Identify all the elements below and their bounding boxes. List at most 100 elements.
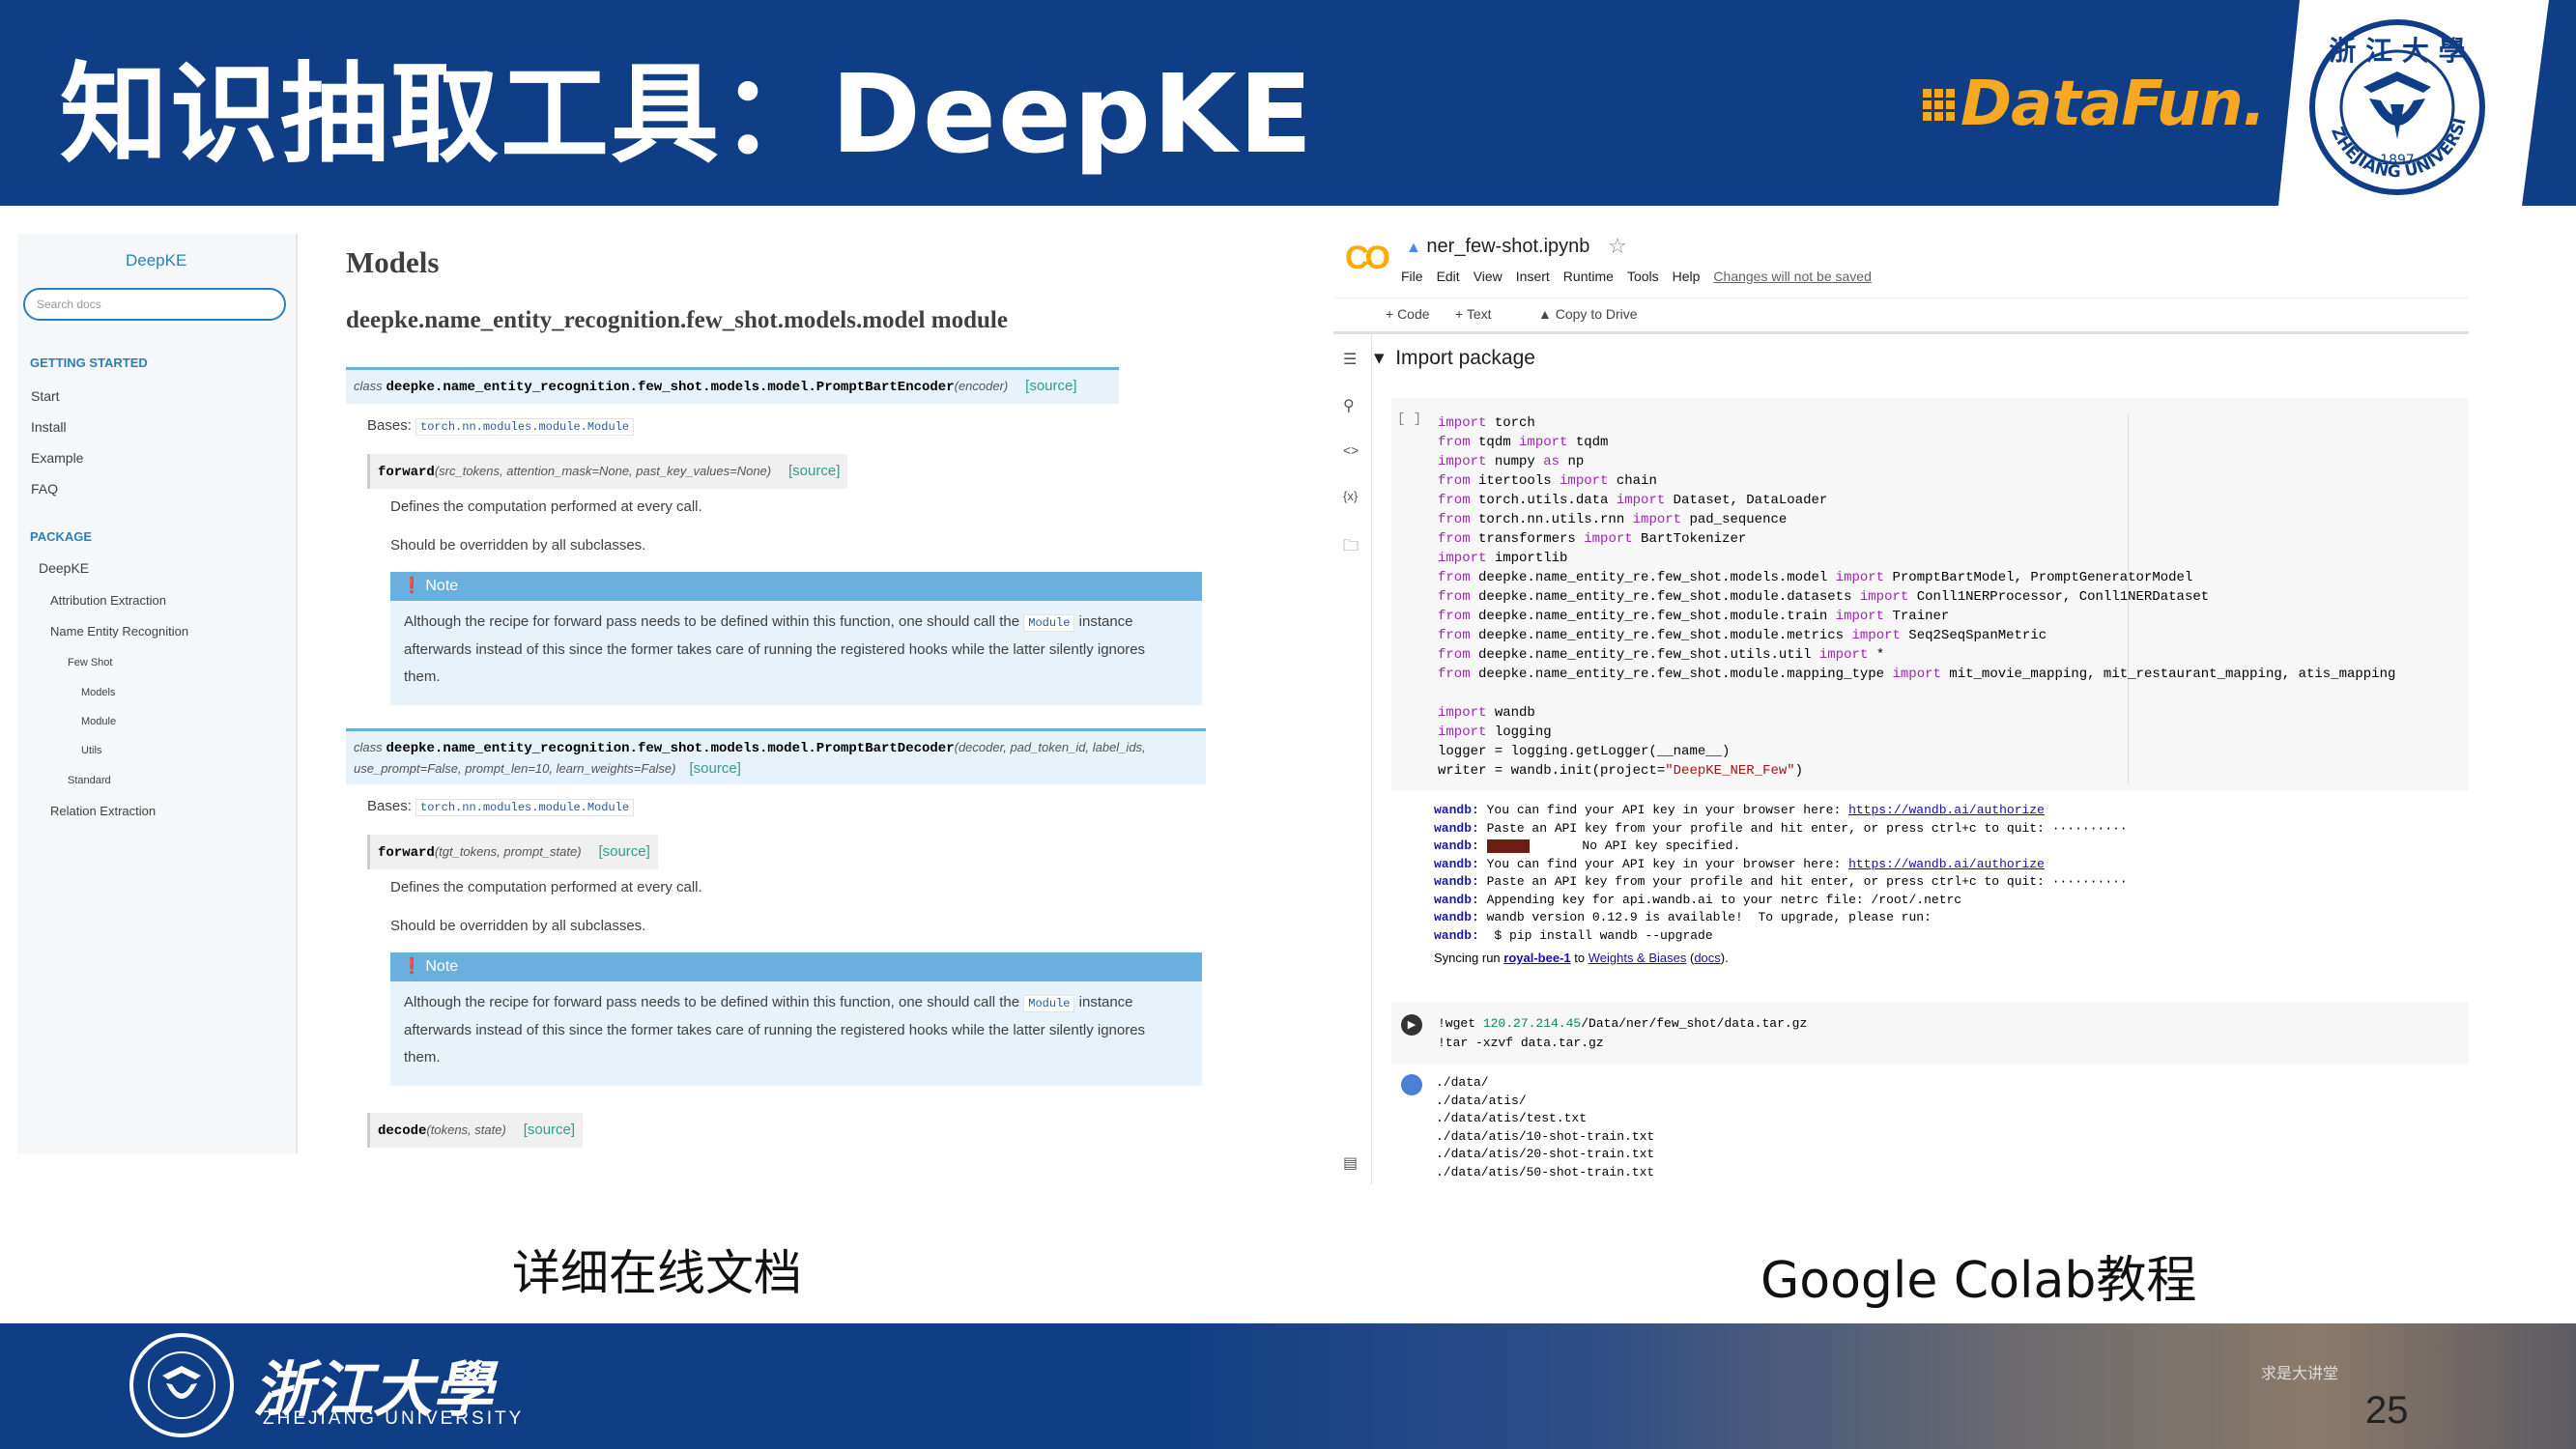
nav-item-example[interactable]: Example bbox=[31, 450, 83, 466]
authorize-link[interactable]: https://wandb.ai/authorize bbox=[1848, 803, 2045, 817]
colab-logo-icon[interactable]: CO bbox=[1345, 240, 1390, 277]
note-body: Although the recipe for forward pass nee… bbox=[390, 601, 1202, 705]
code-line: !tar -xzvf data.tar.gz bbox=[1438, 1036, 1604, 1050]
nav-item-module[interactable]: Module bbox=[81, 716, 116, 727]
datafun-logo-text: DataFun. bbox=[1961, 69, 2266, 140]
code-token: mit_movie_mapping, mit_restaurant_mappin… bbox=[1940, 667, 2396, 682]
search-icon[interactable]: ⚲ bbox=[1343, 396, 1355, 415]
output-text: You can find your API key in your browse… bbox=[1478, 856, 1849, 871]
source-link[interactable]: [source] bbox=[1025, 378, 1076, 394]
source-link[interactable]: [source] bbox=[690, 760, 741, 777]
code-token: torch.utils.data bbox=[1470, 493, 1617, 508]
code-token: import bbox=[1632, 512, 1682, 527]
unsaved-warning[interactable]: Changes will not be saved bbox=[1713, 269, 1871, 284]
code-token: from bbox=[1438, 589, 1471, 605]
seal-year: 1897 bbox=[2380, 153, 2415, 168]
bases-line: Bases: torch.nn.modules.module.Module bbox=[367, 417, 635, 436]
code-token: deepke.name_entity_re.few_shot.module.ma… bbox=[1470, 667, 1893, 682]
nav-item-standard[interactable]: Standard bbox=[68, 775, 111, 786]
nav-item-install[interactable]: Install bbox=[31, 419, 67, 435]
note-header: ❗ Note bbox=[390, 952, 1202, 981]
copy-to-drive-button[interactable]: ▲ Copy to Drive bbox=[1538, 306, 1638, 322]
code-token: import bbox=[1616, 493, 1666, 508]
terminal-icon[interactable]: ▤ bbox=[1343, 1153, 1358, 1173]
code-line: from deepke.name_entity_re.few_shot.modu… bbox=[1438, 626, 2046, 645]
menu-tools[interactable]: Tools bbox=[1627, 269, 1659, 284]
code-token: tqdm bbox=[1567, 435, 1609, 450]
note-label: Note bbox=[425, 958, 459, 975]
nav-item-models[interactable]: Models bbox=[81, 687, 115, 698]
output-text: Paste an API key from your profile and h… bbox=[1478, 820, 2128, 836]
output-text: wandb version 0.12.9 is available! To up… bbox=[1478, 910, 1932, 924]
code-token: logger = logging.getLogger(__name__) bbox=[1438, 744, 1731, 759]
api-key-field[interactable] bbox=[1486, 838, 1530, 853]
nav-item-utils[interactable]: Utils bbox=[81, 745, 101, 756]
code-line: import numpy as np bbox=[1438, 452, 1584, 471]
note-text: Although the recipe for forward pass nee… bbox=[404, 994, 1020, 1010]
add-code-button[interactable]: + Code bbox=[1386, 306, 1430, 322]
menu-runtime[interactable]: Runtime bbox=[1563, 269, 1614, 284]
add-text-button[interactable]: + Text bbox=[1455, 306, 1492, 322]
wandb-prefix: wandb: bbox=[1434, 910, 1479, 924]
toc-icon[interactable]: ☰ bbox=[1343, 350, 1357, 369]
bases-link[interactable]: torch.nn.modules.module.Module bbox=[415, 799, 635, 816]
source-link[interactable]: [source] bbox=[524, 1122, 575, 1138]
menu-insert[interactable]: Insert bbox=[1516, 269, 1550, 284]
authorize-link[interactable]: https://wandb.ai/authorize bbox=[1848, 857, 2045, 871]
code-token: logging bbox=[1486, 724, 1552, 740]
nav-item-deepke[interactable]: DeepKE bbox=[39, 560, 89, 576]
code-token: from bbox=[1438, 493, 1471, 508]
code-line: writer = wandb.init(project="DeepKE_NER_… bbox=[1438, 761, 1803, 781]
run-link[interactable]: royal-bee-1 bbox=[1503, 951, 1570, 965]
code-token: import bbox=[1560, 473, 1609, 489]
docs-search-input[interactable]: Search docs bbox=[23, 288, 286, 321]
wandb-link[interactable]: Weights & Biases bbox=[1589, 951, 1687, 965]
docs-link[interactable]: docs bbox=[1694, 951, 1720, 965]
nav-item-start[interactable]: Start bbox=[31, 388, 60, 404]
section-title: Import package bbox=[1395, 347, 1535, 369]
code-token: from bbox=[1438, 570, 1471, 585]
note-body: Although the recipe for forward pass nee… bbox=[390, 981, 1202, 1086]
notebook-name[interactable]: ▲ ner_few-shot.ipynb bbox=[1406, 236, 1589, 258]
class-signature-decoder: class deepke.name_entity_recognition.few… bbox=[346, 728, 1206, 784]
nav-item-ner[interactable]: Name Entity Recognition bbox=[50, 624, 188, 639]
method-description: Defines the computation performed at eve… bbox=[390, 879, 702, 895]
menu-edit[interactable]: Edit bbox=[1437, 269, 1460, 284]
code-line: import wandb bbox=[1438, 703, 1535, 723]
colab-menu-bar: File Edit View Insert Runtime Tools Help… bbox=[1401, 269, 1872, 284]
variables-icon[interactable]: {x} bbox=[1343, 489, 1358, 503]
section-header[interactable]: ▾ Import package bbox=[1374, 346, 1535, 370]
star-icon[interactable]: ☆ bbox=[1608, 234, 1627, 259]
code-token: writer = wandb.init(project= bbox=[1438, 763, 1666, 779]
wandb-prefix: wandb: bbox=[1434, 927, 1479, 943]
docs-main-content: Models deepke.name_entity_recognition.fe… bbox=[298, 234, 1220, 1153]
docs-brand-link[interactable]: DeepKE bbox=[126, 251, 186, 270]
source-link[interactable]: [source] bbox=[788, 463, 840, 479]
nav-item-few-shot[interactable]: Few Shot bbox=[68, 657, 112, 668]
nav-item-faq[interactable]: FAQ bbox=[31, 481, 58, 497]
wandb-prefix: wandb: bbox=[1434, 803, 1479, 817]
nav-item-attribution[interactable]: Attribution Extraction bbox=[50, 593, 166, 608]
files-icon[interactable]: 🗀 bbox=[1343, 535, 1359, 561]
colab-side-rail: ☰ ⚲ <> {x} 🗀 ▤ bbox=[1333, 334, 1372, 1184]
cell-run-bracket[interactable]: [ ] bbox=[1397, 412, 1421, 427]
menu-file[interactable]: File bbox=[1401, 269, 1423, 284]
class-keyword: class bbox=[354, 740, 383, 754]
code-snippets-icon[interactable]: <> bbox=[1343, 442, 1359, 458]
run-cell-icon[interactable]: ▶ bbox=[1401, 1014, 1422, 1036]
wandb-prefix: wandb: bbox=[1434, 820, 1479, 836]
code-token: transformers bbox=[1470, 531, 1585, 547]
nav-item-relation[interactable]: Relation Extraction bbox=[50, 804, 156, 818]
code-line: import torch bbox=[1438, 413, 1535, 433]
code-token: import bbox=[1859, 589, 1909, 605]
menu-view[interactable]: View bbox=[1474, 269, 1503, 284]
colab-screenshot: CO ▲ ner_few-shot.ipynb ☆ File Edit View… bbox=[1333, 224, 2479, 1184]
method-name: forward bbox=[378, 845, 435, 861]
collapse-arrow-icon[interactable]: ▾ bbox=[1374, 347, 1385, 369]
code-token: import bbox=[1438, 724, 1487, 740]
class-name: deepke.name_entity_recognition.few_shot.… bbox=[386, 380, 955, 395]
menu-help[interactable]: Help bbox=[1673, 269, 1701, 284]
source-link[interactable]: [source] bbox=[598, 843, 649, 860]
note-text: afterwards instead of this since the for… bbox=[404, 1022, 1146, 1038]
bases-link[interactable]: torch.nn.modules.module.Module bbox=[415, 418, 635, 436]
